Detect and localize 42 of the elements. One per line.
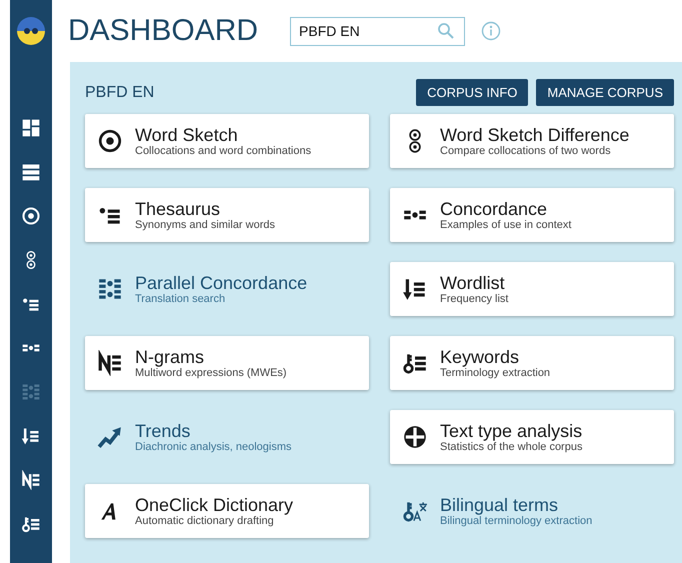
- tool-title: Parallel Concordance: [135, 273, 308, 293]
- tool-title: Word Sketch Difference: [440, 125, 630, 145]
- tool-title: Text type analysis: [440, 421, 582, 441]
- tool-description: Translation search: [135, 293, 226, 305]
- corpus-name: PBFD EN: [85, 84, 156, 102]
- logo-icon[interactable]: [16, 16, 46, 46]
- tool-description: Collocations and word combinations: [135, 145, 312, 157]
- tool-description: Automatic dictionary drafting: [135, 515, 275, 527]
- tool-title: N-grams: [135, 347, 206, 367]
- pie-chart-icon: [402, 424, 428, 450]
- tool-description: Multiword expressions (MWEs): [135, 367, 287, 379]
- corpus-button[interactable]: CORPUS INFO: [416, 79, 528, 106]
- tool-title: Wordlist: [440, 273, 506, 293]
- tool-description: Bilingual terminology extraction: [440, 515, 592, 527]
- tool-card[interactable]: Text type analysis Statistics of the whole corpus: [390, 410, 674, 464]
- tool-card[interactable]: Concordance Examples of use in context: [390, 188, 674, 242]
- tool-card[interactable]: OneClick Dictionary Automatic dictionary drafting: [85, 484, 369, 538]
- tool-description: Compare collocations of two words: [440, 145, 612, 157]
- n-list-icon: [97, 350, 123, 376]
- tool-title: Bilingual terms: [440, 495, 560, 515]
- tool-description: Examples of use in context: [440, 219, 572, 231]
- tool-description: Terminology extraction: [440, 367, 550, 379]
- tool-description: Diachronic analysis, neologisms: [135, 441, 292, 453]
- tool-description: Statistics of the whole corpus: [440, 441, 582, 453]
- corpus-button[interactable]: MANAGE CORPUS: [536, 79, 674, 106]
- tool-title: Concordance: [440, 199, 548, 219]
- tool-title: Thesaurus: [135, 199, 222, 219]
- tool-title: Keywords: [440, 347, 520, 367]
- page-title: DASHBOARD: [68, 14, 258, 48]
- tool-title: Word Sketch: [135, 125, 239, 145]
- tool-card[interactable]: N-grams Multiword expressions (MWEs): [85, 336, 369, 390]
- search-field[interactable]: PBFD EN: [290, 16, 466, 46]
- tool-title: OneClick Dictionary: [135, 495, 294, 515]
- tool-card[interactable]: Word Sketch Difference Compare collocations of two words: [390, 114, 674, 168]
- target-icon: [97, 128, 123, 154]
- tool-description: Frequency list: [440, 293, 508, 305]
- tool-description: Synonyms and similar words: [135, 219, 275, 231]
- tool-card[interactable]: Word Sketch Collocations and word combinations: [85, 114, 369, 168]
- tool-title: Trends: [135, 421, 192, 441]
- tool-card[interactable]: Wordlist Frequency list: [390, 262, 674, 316]
- tool-card[interactable]: Thesaurus Synonyms and similar words: [85, 188, 369, 242]
- tool-card[interactable]: Keywords Terminology extraction: [390, 336, 674, 390]
